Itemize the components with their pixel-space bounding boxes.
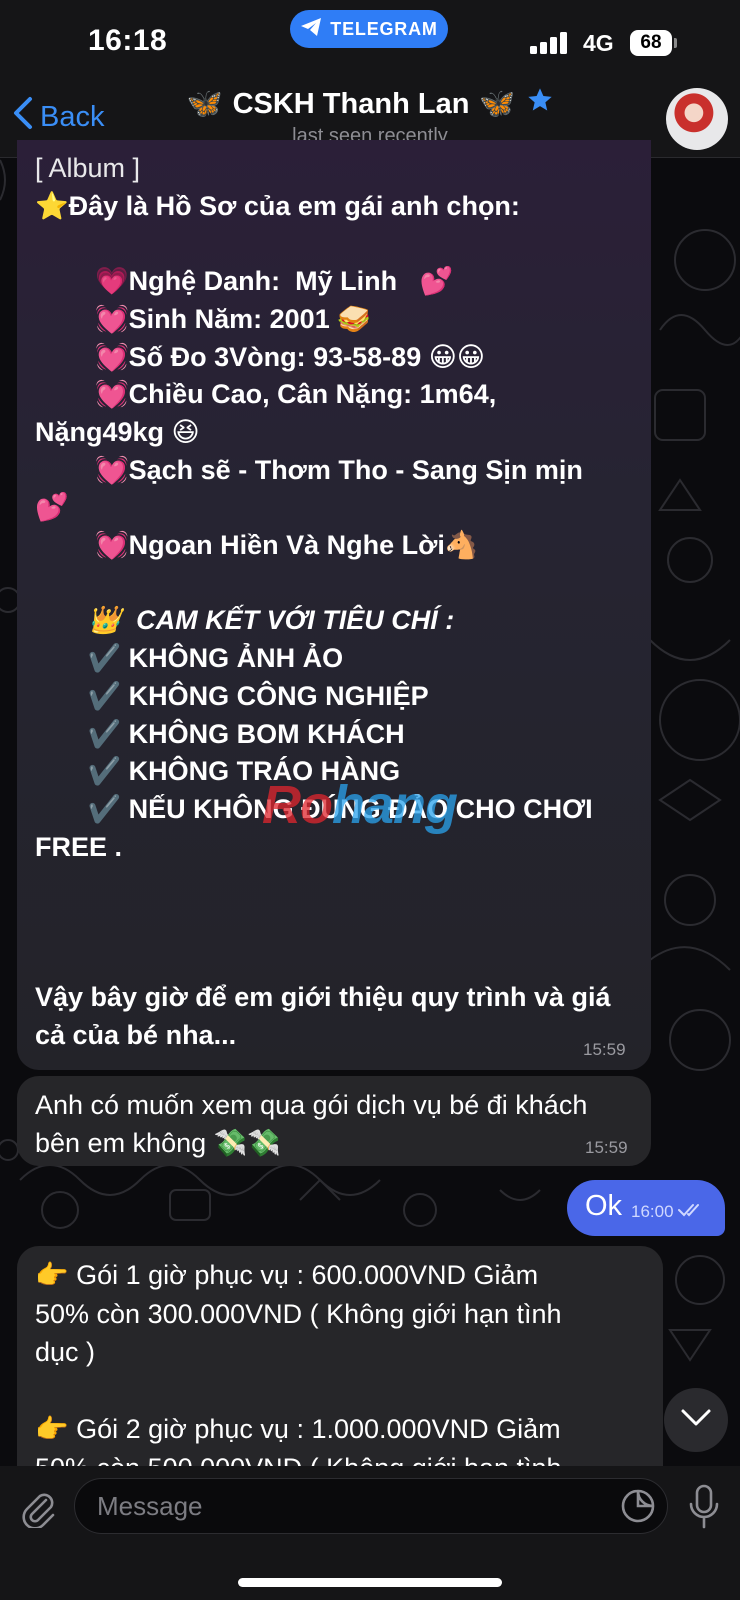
back-label: Back (40, 100, 105, 133)
message-line: 👑 CAM KẾT VỚI TIÊU CHÍ : (35, 605, 455, 636)
message-line: 💓Sinh Năm: 2001 🥪 (35, 303, 371, 334)
message-line: 💕 (35, 492, 69, 523)
message-line (35, 225, 645, 263)
scroll-to-bottom-button[interactable] (664, 1388, 728, 1452)
album-message-text: [ Album ] ⭐Đây là Hồ Sơ của em gái anh c… (35, 150, 645, 1055)
message-input[interactable] (74, 1478, 668, 1534)
message-time: 15:59 (583, 1040, 626, 1059)
telegram-pill-label: TELEGRAM (330, 18, 438, 39)
avatar[interactable] (666, 88, 728, 150)
signal-bars-icon (530, 32, 570, 59)
microphone-icon (688, 1484, 720, 1534)
watermark-logo: Rohang (262, 774, 458, 836)
status-bar: 16:18 TELEGRAM 4G 68 (0, 0, 740, 82)
network-type: 4G (583, 30, 614, 56)
message-line (35, 904, 645, 942)
double-check-icon (678, 1202, 704, 1221)
message-line: dục ) (35, 1337, 96, 1367)
sticker-icon (620, 1489, 656, 1528)
message-line: Anh có muốn xem qua gói dịch vụ bé đi kh… (35, 1090, 588, 1120)
incoming-message-bubble[interactable]: Anh có muốn xem qua gói dịch vụ bé đi kh… (17, 1076, 651, 1166)
message-line: ✔️ KHÔNG ẢNH ẢO (35, 643, 344, 674)
chat-title-area[interactable]: 🦋 CSKH Thanh Lan 🦋 last seen recently (180, 86, 560, 148)
battery-icon: 68 (630, 30, 672, 56)
message-line: 👉 Gói 1 giờ phục vụ : 600.000VND Giảm (35, 1260, 539, 1290)
message-line: bên em không 💸💸 (35, 1128, 281, 1158)
message-line: ⭐Đây là Hồ Sơ của em gái anh chọn: (35, 190, 520, 221)
message-line (35, 565, 645, 603)
message-line: cả của bé nha... (35, 1020, 237, 1051)
watermark-part-blue: hang (331, 775, 458, 835)
message-line: ✔️ KHÔNG CÔNG NGHIỆP (35, 680, 429, 711)
message-line: ✔️ KHÔNG BOM KHÁCH (35, 718, 405, 749)
album-message-bubble[interactable]: [ Album ] ⭐Đây là Hồ Sơ của em gái anh c… (17, 140, 651, 1070)
outgoing-time-label: 16:00 (631, 1202, 674, 1221)
clock: 16:18 (88, 24, 168, 57)
incoming-message-bubble[interactable]: 👉 Gói 1 giờ phục vụ : 600.000VND Giảm 50… (17, 1246, 663, 1483)
chevron-down-icon (680, 1408, 712, 1433)
message-line (35, 1372, 661, 1411)
message-time: 15:59 (585, 1138, 628, 1157)
message-line: 💗Nghệ Danh: Mỹ Linh 💕 (35, 266, 454, 297)
sticker-button[interactable] (620, 1488, 656, 1529)
home-indicator[interactable] (238, 1578, 502, 1587)
voice-record-button[interactable] (688, 1484, 720, 1535)
butterfly-emoji-right: 🦋 (479, 88, 516, 120)
message-text: Anh có muốn xem qua gói dịch vụ bé đi kh… (35, 1086, 587, 1162)
message-input-bar (0, 1466, 740, 1600)
message-line: 👉 Gói 2 giờ phục vụ : 1.000.000VND Giảm (35, 1414, 561, 1444)
chat-title: 🦋 CSKH Thanh Lan 🦋 (180, 86, 560, 122)
contact-name: CSKH Thanh Lan (232, 87, 470, 120)
battery-level: 68 (640, 32, 662, 53)
attach-button[interactable] (18, 1488, 58, 1533)
album-label: [ Album ] (35, 153, 141, 183)
message-line (35, 866, 645, 904)
outgoing-message-text: Ok (585, 1190, 623, 1222)
telegram-pill[interactable]: TELEGRAM (290, 10, 448, 48)
message-line: 💓Số Đo 3Vòng: 93-58-89 😀😀 (35, 341, 485, 372)
battery-tip (674, 38, 677, 48)
message-line: 50% còn 300.000VND ( Không giới hạn tình (35, 1298, 562, 1329)
telegram-plane-icon (300, 17, 322, 42)
message-line: 💓Ngoan Hiền Và Nghe Lời🐴 (35, 530, 479, 561)
message-line: 💓Chiều Cao, Cân Nặng: 1m64, (35, 379, 497, 410)
message-text: 👉 Gói 1 giờ phục vụ : 600.000VND Giảm 50… (35, 1256, 661, 1487)
message-time: 16:00 (631, 1202, 704, 1222)
premium-star-icon (526, 86, 554, 122)
paperclip-icon (18, 1493, 58, 1532)
message-line: Nặng49kg 😆 (35, 416, 200, 447)
outgoing-message-bubble[interactable]: Ok 16:00 (567, 1180, 725, 1236)
chevron-left-icon (12, 96, 34, 138)
butterfly-emoji-left: 🦋 (186, 88, 223, 120)
message-line (35, 942, 645, 980)
back-button[interactable]: Back (12, 94, 104, 140)
message-line: Vậy bây giờ để em giới thiệu quy trình v… (35, 982, 611, 1013)
watermark-part-red: Ro (262, 775, 333, 835)
message-line: 💓Sạch sẽ - Thơm Tho - Sang Sịn mịn (35, 454, 583, 485)
